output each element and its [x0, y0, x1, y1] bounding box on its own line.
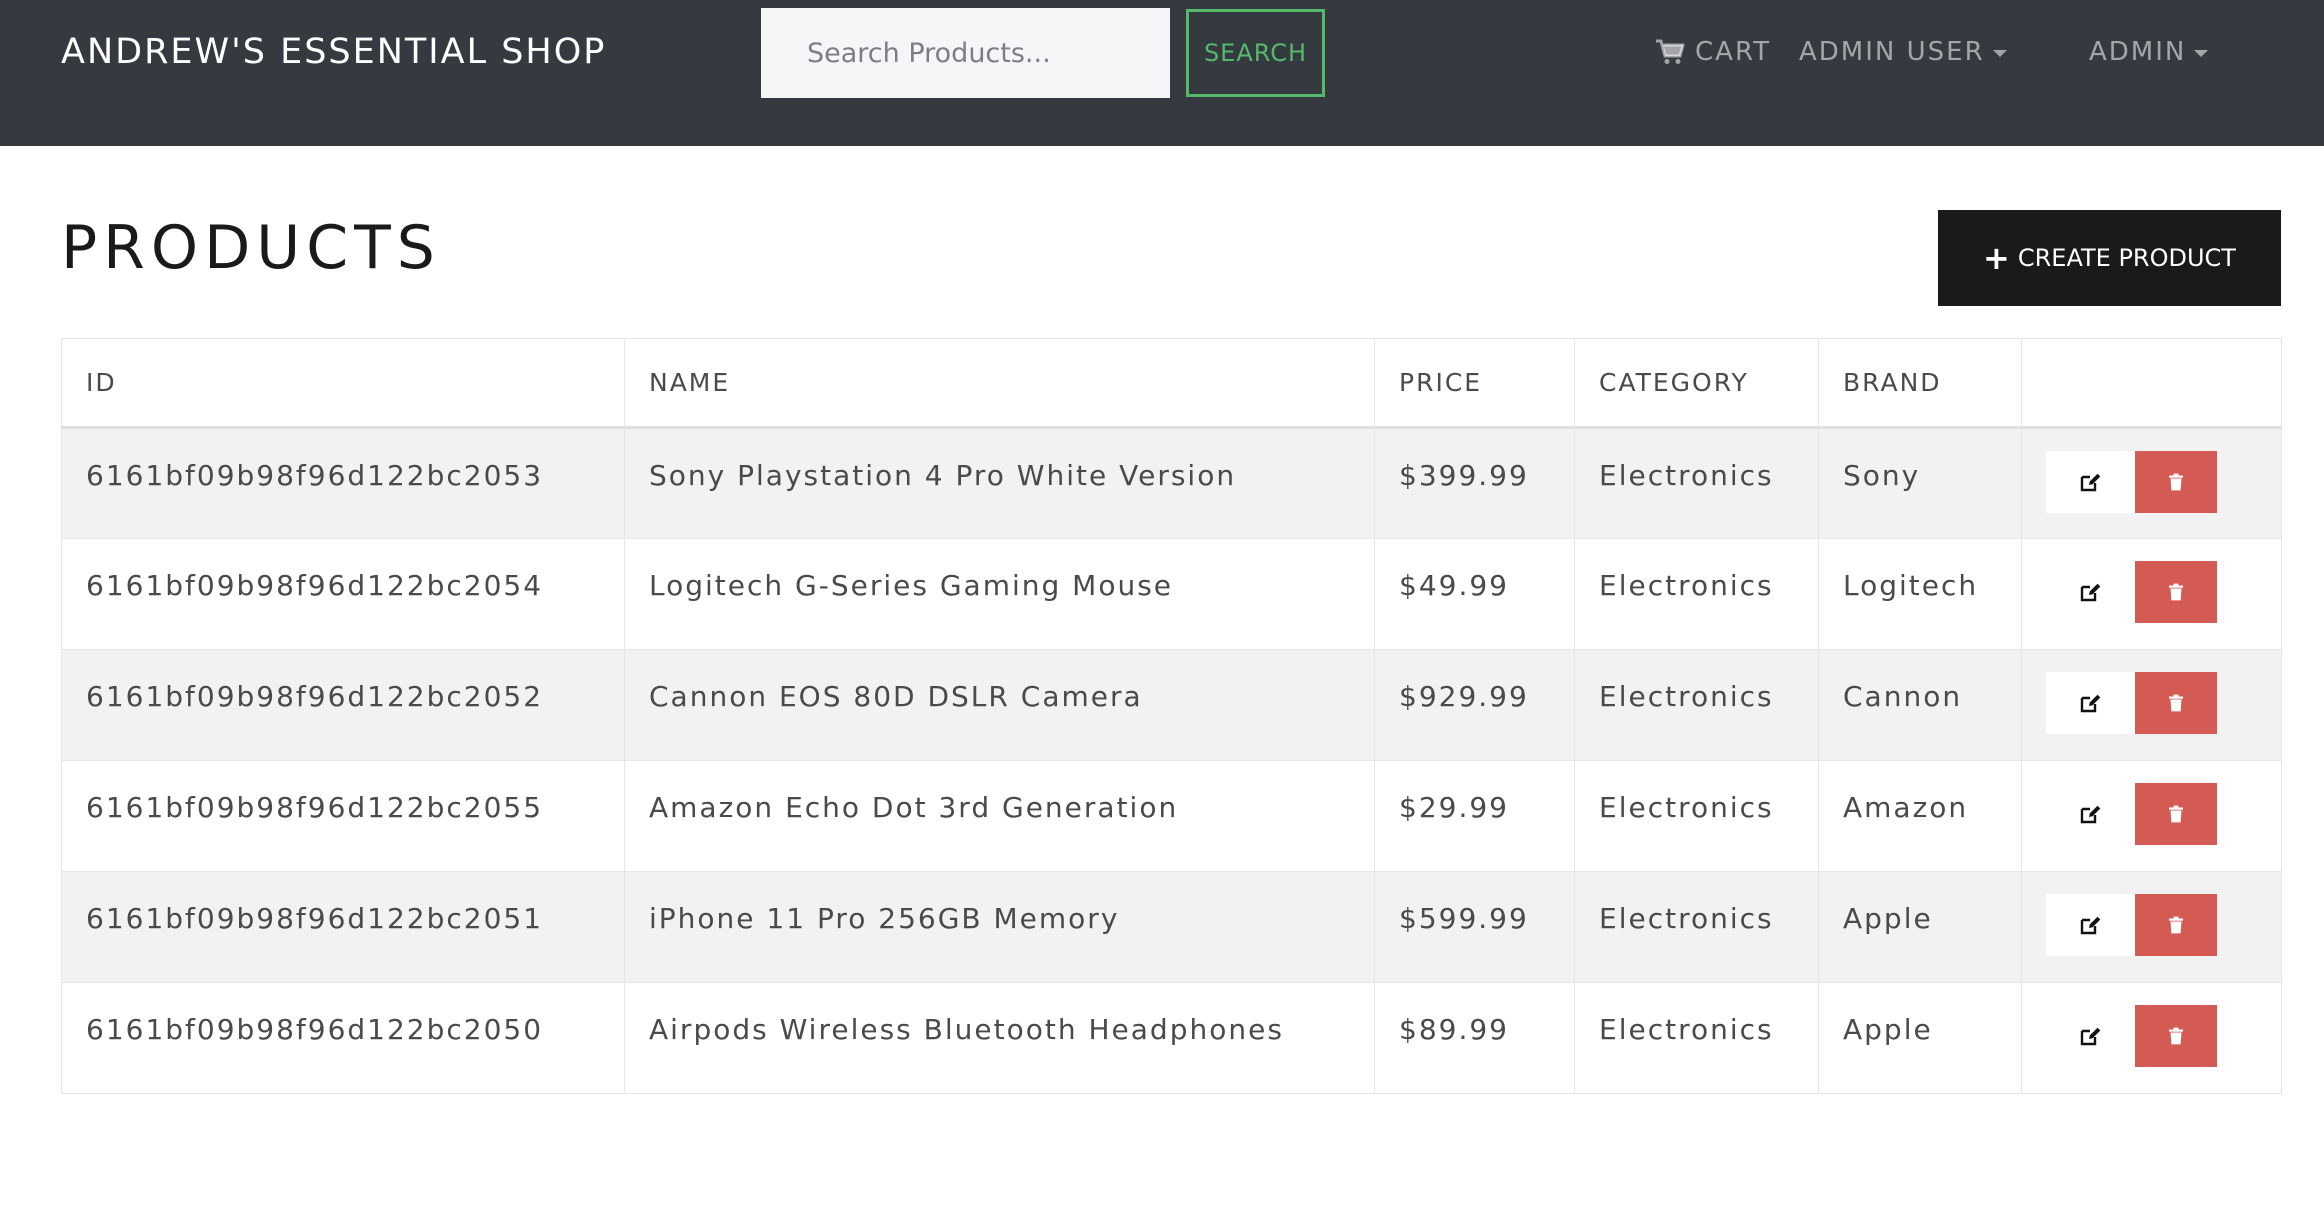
cell-actions [2021, 760, 2282, 872]
cell-actions [2021, 649, 2282, 761]
edit-button[interactable] [2046, 1005, 2135, 1067]
cell-brand: Cannon [1818, 649, 2022, 761]
cell-category: Electronics [1574, 538, 1819, 650]
products-table: ID NAME PRICE CATEGORY BRAND 6161bf09b98… [61, 338, 2282, 1094]
search-input[interactable] [761, 8, 1170, 98]
shopping-cart-icon [1656, 39, 1685, 64]
cell-brand: Logitech [1818, 538, 2022, 650]
edit-button[interactable] [2046, 672, 2135, 734]
edit-icon [2080, 1027, 2100, 1046]
user-dropdown-label: ADMIN USER [1799, 37, 1985, 67]
cell-id: 6161bf09b98f96d122bc2054 [61, 538, 625, 650]
column-header-name: NAME [624, 338, 1375, 429]
table-row: 6161bf09b98f96d122bc2050 Airpods Wireless… [61, 982, 2282, 1094]
trash-icon [2169, 1027, 2183, 1045]
delete-button[interactable] [2135, 451, 2217, 513]
delete-button[interactable] [2135, 672, 2217, 734]
cell-id: 6161bf09b98f96d122bc2052 [61, 649, 625, 761]
column-header-price: PRICE [1374, 338, 1575, 429]
cell-brand: Apple [1818, 871, 2022, 983]
cell-name: Amazon Echo Dot 3rd Generation [624, 760, 1375, 872]
cell-name: Airpods Wireless Bluetooth Headphones [624, 982, 1375, 1094]
delete-button[interactable] [2135, 561, 2217, 623]
cell-category: Electronics [1574, 871, 1819, 983]
cell-name: Cannon EOS 80D DSLR Camera [624, 649, 1375, 761]
search-button[interactable]: SEARCH [1186, 9, 1325, 97]
cell-category: Electronics [1574, 427, 1819, 539]
cart-link[interactable]: CART [1655, 32, 1771, 72]
column-header-category: CATEGORY [1574, 338, 1819, 429]
trash-icon [2169, 805, 2183, 823]
column-header-actions [2021, 338, 2282, 429]
navbar: ANDREW'S ESSENTIAL SHOP SEARCH CART ADMI… [0, 0, 2324, 146]
cell-actions [2021, 427, 2282, 539]
row-actions [2046, 672, 2281, 734]
create-product-label: CREATE PRODUCT [2017, 244, 2236, 272]
trash-icon [2169, 473, 2183, 491]
trash-icon [2169, 694, 2183, 712]
cell-brand: Amazon [1818, 760, 2022, 872]
delete-button[interactable] [2135, 894, 2217, 956]
cell-id: 6161bf09b98f96d122bc2051 [61, 871, 625, 983]
cell-category: Electronics [1574, 982, 1819, 1094]
cell-category: Electronics [1574, 760, 1819, 872]
user-dropdown[interactable]: ADMIN USER [1799, 32, 2007, 72]
row-actions [2046, 1005, 2281, 1067]
cell-id: 6161bf09b98f96d122bc2053 [61, 427, 625, 539]
edit-icon [2080, 694, 2100, 713]
brand-logo[interactable]: ANDREW'S ESSENTIAL SHOP [61, 30, 606, 74]
edit-button[interactable] [2046, 561, 2135, 623]
table-header-row: ID NAME PRICE CATEGORY BRAND [61, 338, 2282, 429]
cell-id: 6161bf09b98f96d122bc2050 [61, 982, 625, 1094]
cell-price: $399.99 [1374, 427, 1575, 539]
edit-button[interactable] [2046, 783, 2135, 845]
table-row: 6161bf09b98f96d122bc2052 Cannon EOS 80D D… [61, 649, 2282, 761]
cell-name: iPhone 11 Pro 256GB Memory [624, 871, 1375, 983]
cell-brand: Apple [1818, 982, 2022, 1094]
admin-dropdown-label: ADMIN [2089, 37, 2187, 67]
delete-button[interactable] [2135, 783, 2217, 845]
cell-name: Sony Playstation 4 Pro White Version [624, 427, 1375, 539]
trash-icon [2169, 583, 2183, 601]
cell-price: $29.99 [1374, 760, 1575, 872]
page-title: PRODUCTS [61, 213, 441, 283]
column-header-brand: BRAND [1818, 338, 2022, 429]
cell-id: 6161bf09b98f96d122bc2055 [61, 760, 625, 872]
chevron-down-icon [1992, 49, 2007, 57]
admin-dropdown[interactable]: ADMIN [2089, 32, 2209, 72]
edit-icon [2080, 805, 2100, 824]
create-product-button[interactable]: + CREATE PRODUCT [1938, 210, 2281, 306]
cart-label: CART [1695, 37, 1771, 67]
trash-icon [2169, 916, 2183, 934]
cell-price: $929.99 [1374, 649, 1575, 761]
row-actions [2046, 561, 2281, 623]
edit-icon [2080, 916, 2100, 935]
cell-actions [2021, 871, 2282, 983]
edit-button[interactable] [2046, 451, 2135, 513]
cell-category: Electronics [1574, 649, 1819, 761]
edit-button[interactable] [2046, 894, 2135, 956]
cell-name: Logitech G-Series Gaming Mouse [624, 538, 1375, 650]
table-row: 6161bf09b98f96d122bc2053 Sony Playstation… [61, 427, 2282, 539]
cell-price: $599.99 [1374, 871, 1575, 983]
plus-icon: + [1983, 239, 2010, 277]
table-row: 6161bf09b98f96d122bc2054 Logitech G-Serie… [61, 538, 2282, 650]
table-row: 6161bf09b98f96d122bc2051 iPhone 11 Pro 25… [61, 871, 2282, 983]
edit-icon [2080, 583, 2100, 602]
cell-price: $49.99 [1374, 538, 1575, 650]
edit-icon [2080, 473, 2100, 492]
row-actions [2046, 451, 2281, 513]
cell-price: $89.99 [1374, 982, 1575, 1094]
row-actions [2046, 783, 2281, 845]
row-actions [2046, 894, 2281, 956]
delete-button[interactable] [2135, 1005, 2217, 1067]
cell-actions [2021, 538, 2282, 650]
cell-actions [2021, 982, 2282, 1094]
chevron-down-icon [2194, 49, 2209, 57]
cell-brand: Sony [1818, 427, 2022, 539]
table-row: 6161bf09b98f96d122bc2055 Amazon Echo Dot … [61, 760, 2282, 872]
column-header-id: ID [61, 338, 625, 429]
